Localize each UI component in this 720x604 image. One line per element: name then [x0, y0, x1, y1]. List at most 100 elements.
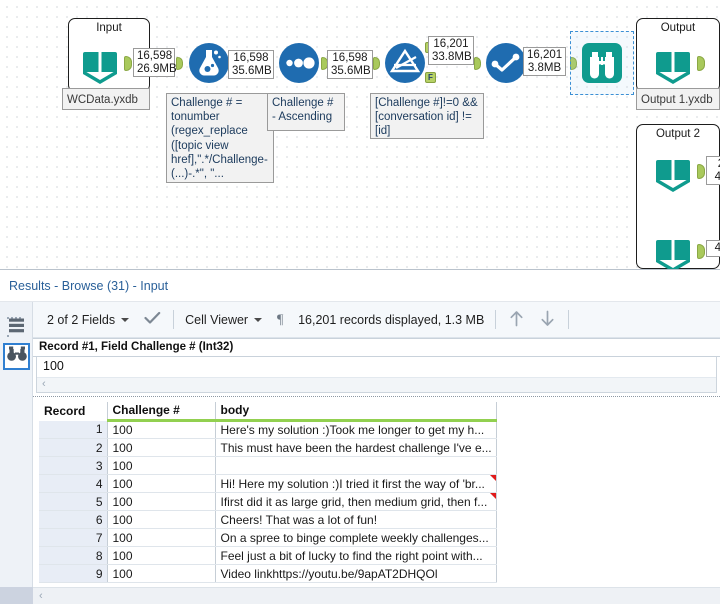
cell-challenge[interactable]: 100	[107, 510, 216, 529]
cell-viewer-value: 100	[43, 359, 64, 373]
sort-tool[interactable]	[276, 40, 322, 86]
flask-icon	[186, 40, 232, 86]
view-mode-label: Cell Viewer	[185, 312, 249, 327]
cell-record[interactable]: 1	[39, 420, 108, 439]
cell-body[interactable]: Ifirst did it as large grid, then medium…	[215, 492, 497, 511]
results-grid[interactable]: Record Challenge # body 1 100 Here's my …	[33, 396, 720, 604]
table-rows-icon	[7, 316, 26, 340]
cell-challenge[interactable]: 100	[107, 528, 216, 547]
cell-body-text: Hi! Here my solution :)I tried it first …	[220, 476, 485, 491]
cell-truncation-flag-icon	[489, 493, 496, 499]
cell-truncation-flag-icon	[489, 475, 496, 481]
results-panel: Results - Browse (31) - Input 2 of 2 Fie…	[0, 269, 720, 604]
chevron-down-icon[interactable]	[121, 317, 130, 322]
cell-body-text: Ifirst did it as large grid, then medium…	[220, 494, 488, 509]
pilcrow-icon[interactable]: ¶	[276, 311, 288, 329]
connection-count-2: 16,598 35.6MB	[228, 50, 274, 79]
connection-size: 33.8MB	[432, 50, 472, 63]
cell-challenge[interactable]: 100	[107, 438, 216, 457]
cell-record[interactable]: 6	[39, 510, 108, 529]
filter-false-port[interactable]: F	[425, 72, 436, 83]
three-dots-icon	[276, 40, 322, 86]
rail-button-table-view[interactable]	[3, 314, 30, 341]
cell-body[interactable]: Here's my solution :)Took me longer to g…	[215, 420, 497, 439]
svg-text:¶: ¶	[277, 312, 284, 326]
tool-container-title: Output 2	[655, 128, 701, 140]
arrow-down-icon[interactable]	[532, 310, 563, 330]
table-row[interactable]: 4 100 Hi! Here my solution :)I tried it …	[39, 474, 497, 493]
connection-size: 35.6MB	[232, 64, 272, 77]
cell-record[interactable]: 7	[39, 528, 108, 547]
cell-body[interactable]: This must have been the hardest challeng…	[215, 438, 497, 457]
cell-viewer-hscrollbar[interactable]: ‹	[37, 377, 716, 392]
select-input-port[interactable]	[474, 57, 481, 70]
input-data-tool[interactable]	[77, 40, 123, 86]
fields-selector[interactable]: 2 of 2 Fields	[41, 307, 135, 333]
book-output-icon	[650, 40, 696, 86]
cell-challenge[interactable]: 100	[107, 546, 216, 565]
scroll-left-chevron-icon[interactable]: ‹	[37, 378, 716, 391]
results-rail	[0, 302, 33, 604]
cell-record[interactable]: 4	[39, 474, 108, 493]
column-header-record[interactable]: Record	[39, 402, 108, 421]
view-mode-selector[interactable]: Cell Viewer	[179, 307, 268, 333]
table-row[interactable]: 9 100 Video linkhttps://youtu.be/9apAT2D…	[39, 564, 497, 583]
cell-body[interactable]: Video linkhttps://youtu.be/9apAT2DHQOl	[215, 564, 497, 583]
checkmark-icon[interactable]	[144, 311, 161, 328]
output-data-tool-1[interactable]	[650, 40, 696, 86]
table-row[interactable]: 2 100 This must have been the hardest ch…	[39, 438, 497, 457]
results-toolbar[interactable]: 2 of 2 Fields Cell Viewer ¶ 16,201 recor…	[33, 302, 720, 338]
cell-challenge[interactable]: 100	[107, 492, 216, 511]
filter-tool[interactable]	[382, 40, 428, 86]
book-output-icon	[650, 148, 696, 194]
binoculars-icon	[579, 40, 625, 86]
output-data-tool-2[interactable]	[650, 148, 696, 194]
table-row[interactable]: 1 100 Here's my solution :)Took me longe…	[39, 420, 497, 439]
cell-viewer-value-area[interactable]: 100 ‹	[36, 357, 717, 393]
cell-record[interactable]: 3	[39, 456, 108, 475]
results-body: 2 of 2 Fields Cell Viewer ¶ 16,201 recor…	[0, 302, 720, 604]
grid-corner-gutter	[0, 587, 33, 604]
toolbar-separator	[173, 310, 175, 329]
cell-record[interactable]: 8	[39, 546, 108, 565]
scroll-left-chevron-icon[interactable]: ‹	[33, 588, 720, 604]
cell-body[interactable]: Feel just a bit of lucky to find the rig…	[215, 546, 497, 565]
column-header-challenge[interactable]: Challenge #	[107, 402, 216, 422]
cell-challenge[interactable]: 100	[107, 474, 216, 493]
table-row[interactable]: 8 100 Feel just a bit of lucky to find t…	[39, 546, 497, 565]
cell-viewer: Record #1, Field Challenge # (Int32) 100…	[33, 338, 720, 396]
table-row[interactable]: 5 100 Ifirst did it as large grid, then …	[39, 492, 497, 511]
cell-challenge[interactable]: 100	[107, 564, 216, 583]
connection-size: 35.6MB	[331, 64, 371, 77]
binoculars-icon	[6, 346, 27, 367]
annotation-sort: Challenge # - Ascending	[267, 93, 345, 131]
rail-grip[interactable]	[7, 306, 26, 337]
connection-records: 16,598	[233, 52, 269, 64]
filter-input-port[interactable]	[373, 57, 380, 70]
column-header-body[interactable]: body	[215, 402, 497, 422]
cell-record[interactable]: 9	[39, 564, 108, 583]
table-row[interactable]: 3 100	[39, 456, 497, 475]
formula-tool[interactable]	[186, 40, 232, 86]
formula-input-port[interactable]	[176, 57, 183, 70]
cell-record[interactable]: 2	[39, 438, 108, 457]
arrow-up-icon[interactable]	[501, 310, 532, 330]
book-input-icon	[77, 40, 123, 86]
cell-challenge[interactable]: 100	[107, 456, 216, 475]
cell-record[interactable]: 5	[39, 492, 108, 511]
cell-body[interactable]: Cheers! That was a lot of fun!	[215, 510, 497, 529]
rail-button-browse[interactable]	[3, 343, 30, 370]
workflow-canvas[interactable]: Input WCData.yxdb 16,598 26.9MB Challeng…	[0, 0, 720, 269]
cell-body[interactable]	[215, 456, 497, 475]
grid-hscrollbar[interactable]: ‹	[33, 587, 720, 604]
table-row[interactable]: 6 100 Cheers! That was a lot of fun!	[39, 510, 497, 529]
results-table[interactable]: Record Challenge # body 1 100 Here's my …	[39, 402, 497, 583]
connection-records: 16,598	[332, 52, 368, 64]
chevron-down-icon[interactable]	[254, 317, 263, 322]
cell-challenge[interactable]: 100	[107, 420, 216, 439]
output-data-tool-3[interactable]	[650, 228, 696, 269]
cell-body[interactable]: Hi! Here my solution :)I tried it first …	[215, 474, 497, 493]
table-row[interactable]: 7 100 On a spree to binge complete weekl…	[39, 528, 497, 547]
cell-body[interactable]: On a spree to binge complete weekly chal…	[215, 528, 497, 547]
browse-tool[interactable]	[570, 31, 634, 95]
